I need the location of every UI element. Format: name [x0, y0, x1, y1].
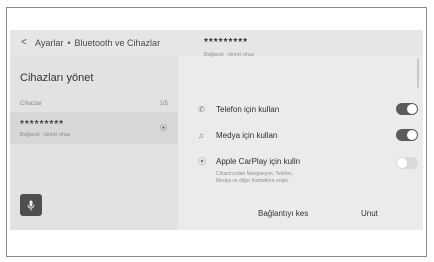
device-name: ********* [20, 119, 65, 130]
connected-icon: ⦿ [160, 125, 167, 132]
toggle-knob [407, 104, 417, 114]
device-list-header: Cihazlar 1/5 [20, 101, 168, 107]
microphone-icon [27, 200, 35, 210]
selected-device-name: ********* [204, 37, 249, 48]
breadcrumb-root[interactable]: Ayarlar [35, 38, 63, 48]
carplay-description: Cihazınızdan Navigasyon, Telefon, Medya … [216, 171, 293, 184]
forget-button[interactable]: Unut [361, 209, 378, 218]
toggle-knob [397, 158, 407, 168]
music-icon: ♫ [198, 131, 204, 140]
phone-usage-toggle[interactable] [396, 103, 418, 115]
carplay-usage-label: Apple CarPlay için kulln [216, 157, 301, 166]
device-detail-panel [178, 56, 423, 230]
scrollbar[interactable] [417, 58, 419, 88]
page-title: Cihazları yönet [20, 72, 94, 84]
device-list-label: Cihazlar [20, 101, 43, 107]
carplay-icon: ⦿ [198, 157, 206, 166]
device-list-panel: Cihazları yönet Cihazlar 1/5 ********* B… [10, 56, 178, 230]
voice-button[interactable] [20, 194, 42, 216]
media-usage-label: Medya için kullan [216, 131, 278, 140]
disconnect-button[interactable]: Bağlantıyı kes [258, 209, 308, 218]
device-count: 1/5 [159, 101, 168, 107]
phone-usage-label: Telefon için kullan [216, 105, 280, 114]
breadcrumb-separator: • [67, 38, 71, 48]
infotainment-screen: < Ayarlar • Bluetooth ve Cihazlar Cihazlar… [10, 30, 423, 230]
breadcrumb: Ayarlar • Bluetooth ve Cihazlar [35, 37, 160, 49]
phone-icon: ✆ [198, 105, 205, 114]
toggle-knob [407, 130, 417, 140]
device-status-text: Bağlandı · birinci cihaz [20, 132, 71, 138]
device-list-item[interactable]: ********* Bağlandı · birinci cihaz ⦿ [10, 112, 178, 144]
selected-device-status: Bağlandı · birinci cihaz [204, 52, 255, 58]
breadcrumb-current: Bluetooth ve Cihazlar [74, 38, 161, 48]
chevron-left-icon[interactable]: < [21, 37, 27, 49]
media-usage-toggle[interactable] [396, 129, 418, 141]
carplay-usage-toggle[interactable] [396, 157, 418, 169]
